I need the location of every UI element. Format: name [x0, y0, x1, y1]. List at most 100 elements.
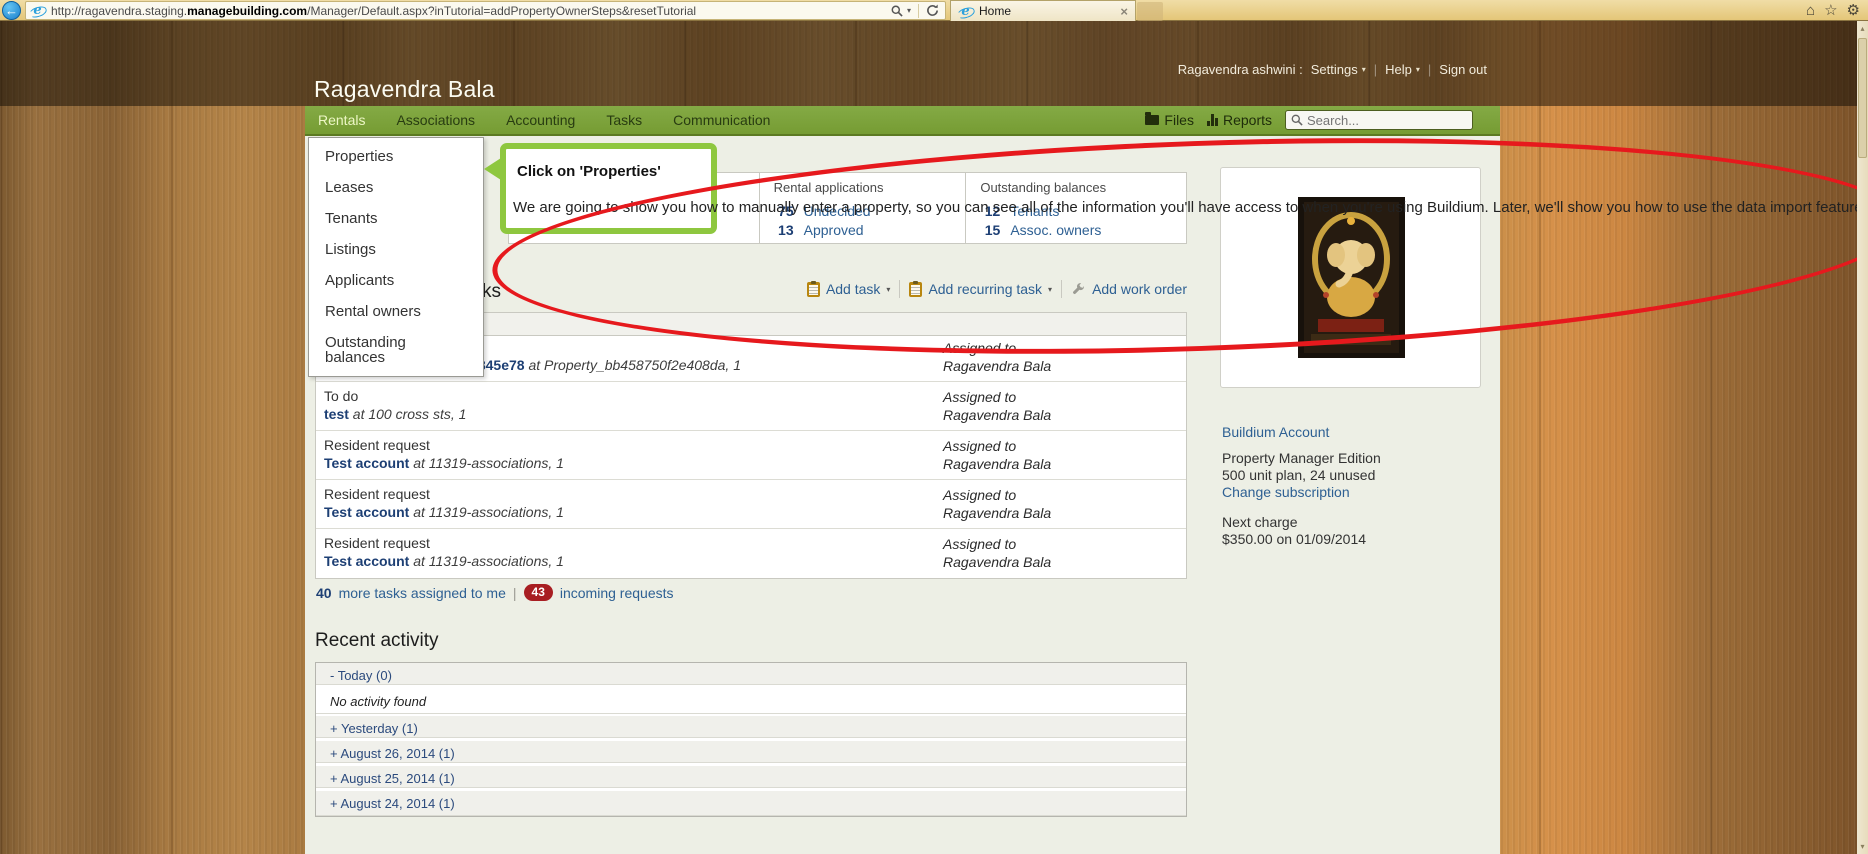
task-link[interactable]: Test account	[324, 504, 409, 520]
task-location: at 100 cross sts, 1	[353, 406, 467, 422]
browser-chrome: ← e http://ragavendra.staging.managebuil…	[0, 0, 1868, 21]
nav-item-accounting[interactable]: Accounting	[506, 112, 575, 128]
task-link[interactable]: Test account	[324, 553, 409, 569]
incoming-requests-link[interactable]: incoming requests	[560, 585, 674, 601]
menu-item-rental-owners[interactable]: Rental owners	[309, 296, 483, 327]
recent-activity-heading: Recent activity	[315, 630, 439, 652]
user-name: Ragavendra ashwini :	[1178, 62, 1303, 77]
activity-group-today[interactable]: - Today (0)	[316, 663, 1186, 688]
activity-group-yesterday[interactable]: + Yesterday (1)	[316, 716, 1186, 741]
more-tasks-link[interactable]: more tasks assigned to me	[339, 585, 506, 601]
recent-activity-list: - Today (0) No activity found + Yesterda…	[315, 662, 1187, 817]
nav-item-communication[interactable]: Communication	[673, 112, 770, 128]
menu-item-applicants[interactable]: Applicants	[309, 265, 483, 296]
help-menu[interactable]: Help▾	[1385, 62, 1420, 77]
tab-close-icon[interactable]: ×	[1120, 5, 1128, 18]
menu-item-listings[interactable]: Listings	[309, 234, 483, 265]
assoc-owners-count: 15	[980, 221, 1000, 240]
files-button[interactable]: Files	[1145, 112, 1194, 128]
folder-icon	[1145, 115, 1159, 125]
search-dropdown-caret[interactable]: ▾	[907, 6, 911, 15]
tooltip-title: Click on 'Properties'	[517, 163, 661, 180]
plan-label: 500 unit plan, 24 unused	[1222, 467, 1472, 484]
task-location: at 11319-associations, 1	[413, 553, 564, 569]
menu-item-tenants[interactable]: Tenants	[309, 203, 483, 234]
add-recurring-task-button[interactable]: Add recurring task▾	[909, 281, 1052, 297]
home-icon[interactable]: ⌂	[1806, 1, 1815, 20]
search-box	[1285, 110, 1473, 130]
next-charge-label: Next charge	[1222, 514, 1472, 531]
tooltip-arrow-icon	[484, 158, 501, 180]
activity-group-aug26[interactable]: + August 26, 2014 (1)	[316, 741, 1186, 766]
scroll-down-icon[interactable]: ▾	[1860, 839, 1864, 854]
task-row: Resident request Test account at 11319-a…	[316, 529, 1186, 578]
scroll-up-icon[interactable]: ▴	[1860, 21, 1864, 36]
stats-title: Rental applications	[774, 180, 966, 195]
divider: |	[1428, 62, 1431, 77]
settings-gear-icon[interactable]: ⚙	[1847, 1, 1860, 20]
chevron-down-icon: ▾	[886, 285, 890, 294]
task-row: Resident request Test account at 11319-a…	[316, 431, 1186, 480]
chevron-down-icon: ▾	[1048, 285, 1052, 294]
deity-photo	[1298, 197, 1405, 358]
rentals-dropdown: Properties Leases Tenants Listings Appli…	[308, 137, 484, 377]
search-icon[interactable]	[891, 5, 903, 17]
menu-item-outstanding-balances[interactable]: Outstanding balances	[309, 327, 483, 373]
scrollbar-thumb[interactable]	[1858, 38, 1867, 158]
task-location: at 11319-associations, 1	[413, 504, 564, 520]
tutorial-tooltip: Click on 'Properties' We are going to sh…	[500, 143, 717, 234]
task-assignee: Assigned toRagavendra Bala	[943, 338, 1178, 375]
task-location: at 11319-associations, 1	[413, 455, 564, 471]
divider	[899, 280, 900, 298]
clipboard-icon	[909, 282, 922, 297]
user-menu: Ragavendra ashwini : Settings▾ | Help▾ |…	[1178, 62, 1487, 77]
wrench-icon	[1071, 282, 1086, 297]
change-subscription-link[interactable]: Change subscription	[1222, 484, 1472, 500]
tasks-footer: 40 more tasks assigned to me | 43 incomi…	[316, 584, 674, 601]
bar-chart-icon	[1207, 114, 1218, 126]
url-text: http://ragavendra.staging.managebuilding…	[51, 4, 891, 18]
task-link[interactable]: test	[324, 406, 349, 422]
nav-item-rentals[interactable]: Rentals	[318, 112, 365, 128]
tooltip-body: We are going to show you how to manually…	[513, 199, 1868, 216]
nav-item-associations[interactable]: Associations	[396, 112, 475, 128]
buildium-account-link[interactable]: Buildium Account	[1222, 424, 1472, 440]
activity-group-aug25[interactable]: + August 25, 2014 (1)	[316, 766, 1186, 791]
ie-icon: e	[958, 4, 973, 19]
account-info: Buildium Account Property Manager Editio…	[1222, 424, 1472, 548]
task-assignee: Assigned toRagavendra Bala	[943, 436, 1178, 473]
nav-item-tasks[interactable]: Tasks	[606, 112, 642, 128]
search-input[interactable]	[1307, 113, 1457, 128]
settings-menu[interactable]: Settings▾	[1311, 62, 1366, 77]
menu-item-leases[interactable]: Leases	[309, 172, 483, 203]
screen: ← e http://ragavendra.staging.managebuil…	[0, 0, 1868, 854]
activity-group-aug24[interactable]: + August 24, 2014 (1)	[316, 791, 1186, 816]
approved-link[interactable]: Approved	[804, 221, 864, 240]
stats-title: Outstanding balances	[980, 180, 1186, 195]
add-work-order-button[interactable]: Add work order	[1071, 281, 1187, 297]
task-assignee: Assigned toRagavendra Bala	[943, 387, 1178, 424]
task-link[interactable]: Test account	[324, 455, 409, 471]
address-bar[interactable]: e http://ragavendra.staging.managebuildi…	[25, 1, 946, 20]
approved-count: 13	[774, 221, 794, 240]
site-header: Ragavendra Bala Ragavendra ashwini : Set…	[0, 21, 1868, 106]
chevron-down-icon: ▾	[1362, 65, 1366, 74]
site-title: Ragavendra Bala	[314, 76, 495, 103]
browser-tab[interactable]: e Home ×	[950, 0, 1136, 21]
assoc-owners-link[interactable]: Assoc. owners	[1010, 221, 1101, 240]
task-category: Resident request	[324, 485, 943, 503]
sign-out-link[interactable]: Sign out	[1439, 62, 1487, 77]
add-task-button[interactable]: Add task▾	[807, 281, 891, 297]
next-charge-value: $350.00 on 01/09/2014	[1222, 531, 1472, 548]
task-actions: Add task▾ Add recurring task▾ Add work o…	[807, 280, 1187, 298]
new-tab-button[interactable]	[1137, 2, 1163, 21]
favorites-star-icon[interactable]: ☆	[1824, 1, 1837, 20]
refresh-icon[interactable]	[926, 4, 939, 17]
edition-label: Property Manager Edition	[1222, 450, 1472, 467]
task-assignee: Assigned toRagavendra Bala	[943, 534, 1178, 572]
reports-button[interactable]: Reports	[1207, 112, 1272, 128]
menu-item-properties[interactable]: Properties	[309, 141, 483, 172]
incoming-count-badge: 43	[524, 584, 553, 601]
ie-icon: e	[30, 3, 45, 18]
back-button[interactable]: ←	[2, 1, 21, 20]
